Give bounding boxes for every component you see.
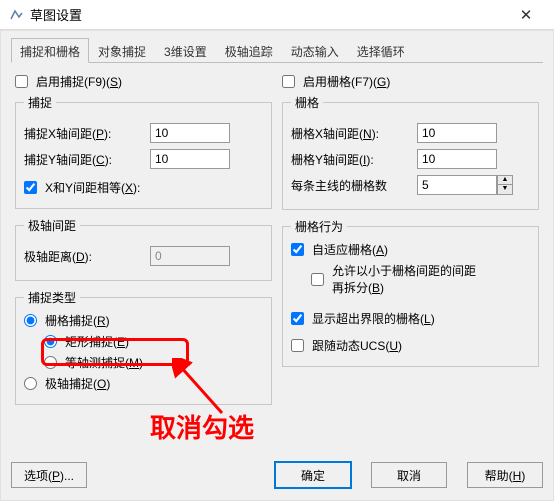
iso-snap-radio[interactable] <box>44 356 57 369</box>
grid-behavior-legend: 栅格行为 <box>291 218 347 235</box>
tab-object-snap[interactable]: 对象捕捉 <box>89 38 155 63</box>
snap-y-input[interactable] <box>150 149 230 169</box>
polar-snap-label: 极轴捕捉(O) <box>45 375 110 392</box>
help-button[interactable]: 帮助(H) <box>467 462 543 488</box>
titlebar: 草图设置 ✕ <box>0 0 554 30</box>
tab-dyn-input[interactable]: 动态输入 <box>282 38 348 63</box>
spin-up-icon[interactable]: ▲ <box>498 176 512 185</box>
polar-group: 极轴间距 极轴距离(D): <box>15 217 272 281</box>
tab-content: 启用捕捉(F9)(S) 捕捉 捕捉X轴间距(P): 捕捉Y轴间距(C): X和Y… <box>11 63 543 417</box>
enable-snap-checkbox[interactable] <box>15 75 28 88</box>
rect-snap-radio[interactable] <box>44 335 57 348</box>
dyn-ucs-label: 跟随动态UCS(U) <box>312 337 402 354</box>
enable-snap-label: 启用捕捉(F9)(S) <box>36 73 122 90</box>
polar-dist-input[interactable] <box>150 246 230 266</box>
equal-spacing-label: X和Y间距相等(X): <box>45 179 140 196</box>
grid-major-spinner[interactable]: ▲ ▼ <box>417 175 513 195</box>
dyn-ucs-checkbox[interactable] <box>291 339 304 352</box>
beyond-limits-label: 显示超出界限的栅格(L) <box>312 310 435 327</box>
button-bar: 选项(P)... 确定 取消 帮助(H) <box>11 462 543 488</box>
snap-x-input[interactable] <box>150 123 230 143</box>
snap-x-label: 捕捉X轴间距(P): <box>24 125 144 142</box>
polar-dist-label: 极轴距离(D): <box>24 248 144 265</box>
window-title: 草图设置 <box>30 5 506 24</box>
grid-major-input[interactable] <box>417 175 497 195</box>
polar-snap-radio[interactable] <box>24 377 37 390</box>
ok-button[interactable]: 确定 <box>275 462 351 488</box>
snap-group: 捕捉 捕捉X轴间距(P): 捕捉Y轴间距(C): X和Y间距相等(X): <box>15 94 272 209</box>
spin-down-icon[interactable]: ▼ <box>498 185 512 194</box>
adaptive-grid-checkbox[interactable] <box>291 243 304 256</box>
subdiv-checkbox[interactable] <box>311 273 324 286</box>
dialog-body: 捕捉和栅格 对象捕捉 3维设置 极轴追踪 动态输入 选择循环 启用捕捉(F9)(… <box>0 30 554 501</box>
left-column: 启用捕捉(F9)(S) 捕捉 捕捉X轴间距(P): 捕捉Y轴间距(C): X和Y… <box>15 73 272 413</box>
tab-snap-grid[interactable]: 捕捉和栅格 <box>11 38 89 63</box>
right-column: 启用栅格(F7)(G) 栅格 栅格X轴间距(N): 栅格Y轴间距(I): 每条主… <box>282 73 539 413</box>
grid-x-label: 栅格X轴间距(N): <box>291 125 411 142</box>
tab-polar[interactable]: 极轴追踪 <box>216 38 282 63</box>
grid-snap-radio[interactable] <box>24 314 37 327</box>
snap-y-label: 捕捉Y轴间距(C): <box>24 151 144 168</box>
adaptive-grid-label: 自适应栅格(A) <box>312 241 388 258</box>
rect-snap-label: 矩形捕捉(E) <box>65 333 129 350</box>
equal-spacing-checkbox[interactable] <box>24 181 37 194</box>
cancel-button[interactable]: 取消 <box>371 462 447 488</box>
enable-grid-label: 启用栅格(F7)(G) <box>303 73 390 90</box>
polar-legend: 极轴间距 <box>24 217 80 234</box>
tab-strip: 捕捉和栅格 对象捕捉 3维设置 极轴追踪 动态输入 选择循环 <box>11 37 543 63</box>
tab-select-cycle[interactable]: 选择循环 <box>348 38 414 63</box>
snap-type-group: 捕捉类型 栅格捕捉(R) 矩形捕捉(E) 等轴测捕捉(M) 极轴捕捉(O) <box>15 289 272 405</box>
grid-y-label: 栅格Y轴间距(I): <box>291 151 411 168</box>
iso-snap-label: 等轴测捕捉(M) <box>65 354 143 371</box>
grid-major-label: 每条主线的栅格数 <box>291 177 411 194</box>
grid-behavior-group: 栅格行为 自适应栅格(A) 允许以小于栅格间距的间距再拆分(B) 显示超出界限的… <box>282 218 539 367</box>
tab-3d[interactable]: 3维设置 <box>155 38 216 63</box>
snap-legend: 捕捉 <box>24 94 56 111</box>
snap-type-legend: 捕捉类型 <box>24 289 80 306</box>
app-icon <box>8 7 24 23</box>
beyond-limits-checkbox[interactable] <box>291 312 304 325</box>
close-icon[interactable]: ✕ <box>506 6 546 24</box>
grid-legend: 栅格 <box>291 94 323 111</box>
grid-snap-label: 栅格捕捉(R) <box>45 312 110 329</box>
grid-y-input[interactable] <box>417 149 497 169</box>
subdiv-label: 允许以小于栅格间距的间距再拆分(B) <box>332 262 482 296</box>
grid-group: 栅格 栅格X轴间距(N): 栅格Y轴间距(I): 每条主线的栅格数 ▲ ▼ <box>282 94 539 210</box>
grid-x-input[interactable] <box>417 123 497 143</box>
enable-grid-checkbox[interactable] <box>282 75 295 88</box>
options-button[interactable]: 选项(P)... <box>11 462 87 488</box>
